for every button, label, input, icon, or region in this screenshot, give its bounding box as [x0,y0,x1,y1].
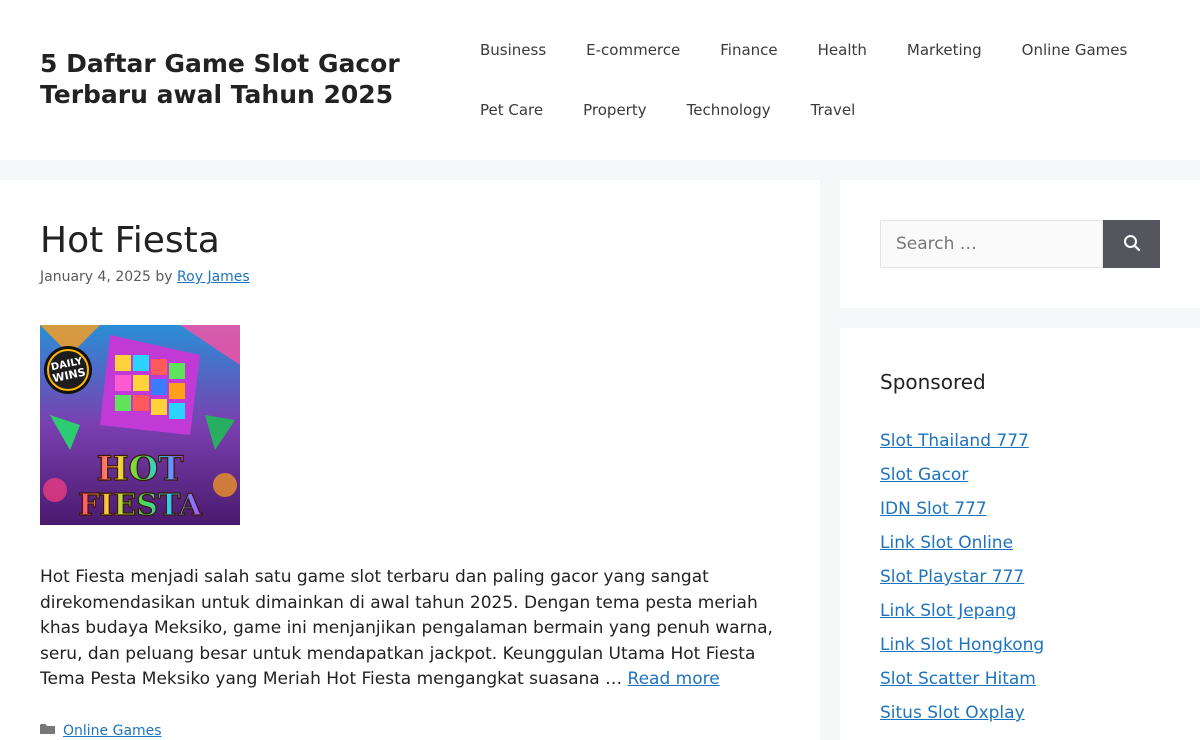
site-header: 5 Daftar Game Slot Gacor Terbaru awal Ta… [0,0,1200,160]
sponsored-link[interactable]: Slot Thailand 777 [880,431,1029,451]
sponsored-widget: Sponsored Slot Thailand 777 Slot Gacor I… [840,328,1200,740]
sponsored-link[interactable]: Link Slot Hongkong [880,635,1044,655]
list-item: IDN Slot 777 [880,492,1044,526]
nav-row-2: Pet Care Property Technology Travel [460,80,1180,140]
nav-item-technology[interactable]: Technology [667,80,791,140]
main-navigation: Business E-commerce Finance Health Marke… [460,20,1180,140]
nav-item-travel[interactable]: Travel [791,80,876,140]
logo-text-hot: HOT [96,449,183,489]
post-author-link[interactable]: Roy James [177,269,250,285]
nav-item-online-games[interactable]: Online Games [1002,20,1148,80]
sponsored-link[interactable]: Situs Slot Oxplay [880,703,1025,723]
nav-item-health[interactable]: Health [798,20,887,80]
post-meta: January 4, 2025 by Roy James [40,269,250,285]
list-item: Link Slot Online [880,526,1044,560]
main-content: Hot Fiesta January 4, 2025 by Roy James [0,180,820,740]
post-title[interactable]: Hot Fiesta [40,218,220,264]
sponsored-link[interactable]: Link Slot Jepang [880,601,1016,621]
post-excerpt: Hot Fiesta menjadi salah satu game slot … [40,565,785,693]
list-item: Slot Playstar 777 [880,560,1044,594]
sponsored-links: Slot Thailand 777 Slot Gacor IDN Slot 77… [880,424,1044,730]
post-thumbnail[interactable]: DAILY WINS HOT FIESTA [40,325,240,525]
nav-row-1: Business E-commerce Finance Health Marke… [460,20,1180,80]
category-link-online-games[interactable]: Online Games [63,723,162,739]
sponsored-title: Sponsored [880,370,986,394]
nav-item-e-commerce[interactable]: E-commerce [566,20,700,80]
sponsored-link[interactable]: Link Slot Online [880,533,1013,553]
list-item: Slot Gacor [880,458,1044,492]
logo-text-fiesta: FIESTA [78,488,203,523]
list-item: Link Slot Jepang [880,594,1044,628]
search-input[interactable] [880,220,1103,268]
site-title[interactable]: 5 Daftar Game Slot Gacor Terbaru awal Ta… [40,48,420,110]
read-more-link[interactable]: Read more [628,669,720,689]
nav-item-property[interactable]: Property [563,80,666,140]
search-button[interactable] [1103,220,1160,268]
sponsored-link[interactable]: Slot Gacor [880,465,968,485]
list-item: Link Slot Hongkong [880,628,1044,662]
post-date: January 4, 2025 [40,269,151,285]
sponsored-link[interactable]: Slot Scatter Hitam [880,669,1036,689]
nav-item-finance[interactable]: Finance [700,20,797,80]
sponsored-link[interactable]: Slot Playstar 777 [880,567,1024,587]
nav-item-marketing[interactable]: Marketing [887,20,1002,80]
sponsored-link[interactable]: IDN Slot 777 [880,499,987,519]
nav-item-pet-care[interactable]: Pet Care [460,80,563,140]
list-item: Situs Slot Oxplay [880,696,1044,730]
search-widget [840,180,1200,308]
post-by: by [155,269,173,285]
post-category: Online Games [40,723,162,739]
nav-item-business[interactable]: Business [460,20,566,80]
list-item: Slot Scatter Hitam [880,662,1044,696]
hot-fiesta-thumbnail-image: DAILY WINS HOT FIESTA [40,325,240,525]
list-item: Slot Thailand 777 [880,424,1044,458]
folder-icon [40,723,55,739]
search-icon [1123,234,1141,255]
